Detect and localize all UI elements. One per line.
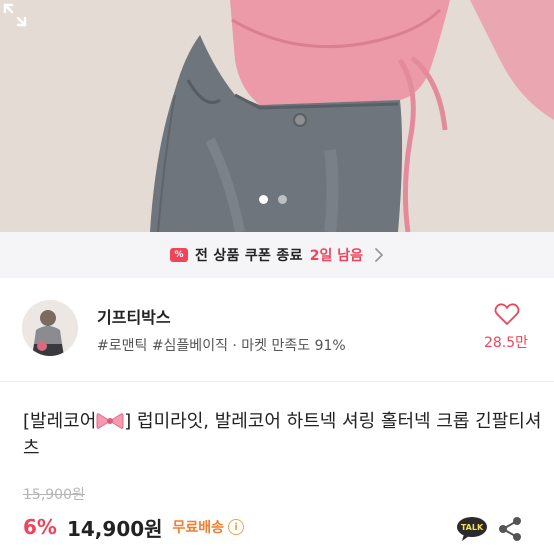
slide-indicator: [259, 195, 287, 204]
discount-rate: 6%: [23, 515, 57, 539]
info-icon[interactable]: i: [228, 519, 245, 535]
coupon-text: 전 상품 쿠폰 종료: [194, 248, 303, 264]
original-price: 15,900원: [23, 487, 85, 503]
shop-avatar[interactable]: [22, 300, 78, 356]
product-title: [발레코어] 럽미라잇, 발레코어 하트넥 셔링 홀터넥 크롭 긴팔티셔츠: [23, 408, 543, 462]
coupon-icon: %: [169, 248, 188, 262]
shop-name[interactable]: 기프티박스: [97, 304, 171, 328]
ribbon-bow-icon: [96, 413, 124, 429]
coupon-banner[interactable]: % 전 상품 쿠폰 종료 2일 남음: [0, 232, 554, 278]
shop-tags: #로맨틱 #심플베이직 · 마켓 만족도 91%: [97, 338, 346, 354]
like-count: 28.5만: [483, 335, 529, 351]
slide-dot-active[interactable]: [259, 195, 268, 204]
title-prefix: [발레코어: [23, 411, 97, 432]
shop-info[interactable]: 기프티박스 #로맨틱 #심플베이직 · 마켓 만족도 91% 28.5만: [0, 278, 554, 382]
coupon-days-left: 2일 남음: [309, 248, 364, 264]
shop-avatar-image: [22, 300, 78, 356]
price-row: 6% 14,900원 무료배송 i: [23, 513, 245, 541]
product-image[interactable]: [0, 0, 554, 232]
slide-dot[interactable]: [278, 195, 287, 204]
heart-icon[interactable]: [494, 302, 520, 326]
sale-price: 14,900원: [66, 516, 163, 541]
share-icon[interactable]: [498, 516, 522, 542]
kakao-talk-icon[interactable]: TALK: [456, 516, 488, 542]
chevron-right-icon: [375, 248, 383, 262]
free-shipping-label: 무료배송: [172, 520, 225, 536]
expand-icon[interactable]: [0, 0, 30, 30]
talk-label: TALK: [461, 523, 484, 532]
